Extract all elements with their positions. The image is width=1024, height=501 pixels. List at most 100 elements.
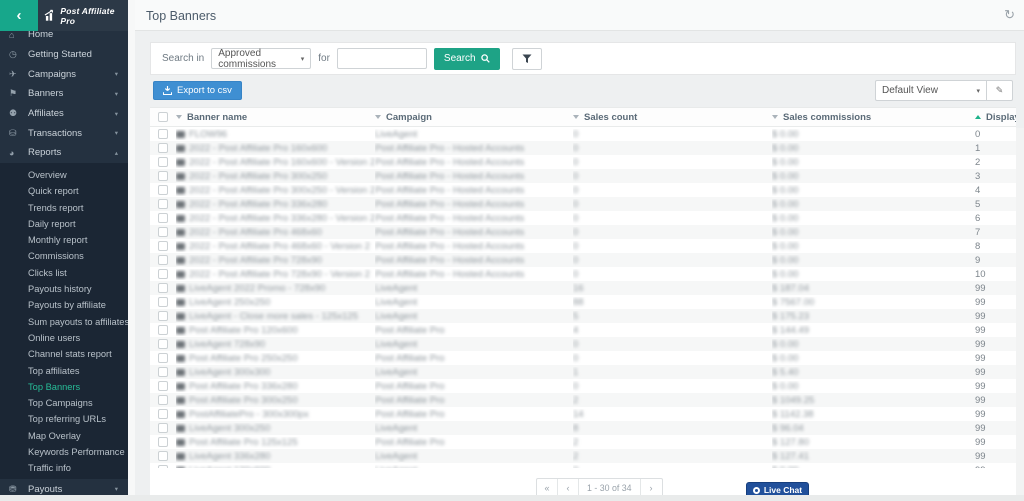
table-row[interactable]: 2022 - Post Affiliate Pro 160x600 - Vers… — [150, 155, 1016, 169]
table-row[interactable]: 2022 - Post Affiliate Pro 160x600Post Af… — [150, 141, 1016, 155]
sidebar-subitem-keywords-performance[interactable]: Keywords Performance — [0, 444, 128, 460]
row-checkbox[interactable] — [158, 171, 168, 181]
sidebar-subitem-top-campaigns[interactable]: Top Campaigns — [0, 395, 128, 411]
sidebar-subitem-clicks-list[interactable]: Clicks list — [0, 265, 128, 281]
pagination-prev-button[interactable]: ‹ — [558, 479, 579, 496]
sidebar-subitem-commissions[interactable]: Commissions — [0, 248, 128, 264]
row-checkbox[interactable] — [158, 297, 168, 307]
column-header-campaign[interactable]: Campaign — [375, 112, 573, 123]
sidebar-subitem-monthly-report[interactable]: Monthly report — [0, 232, 128, 248]
sidebar-subitem-map-overlay[interactable]: Map Overlay — [0, 428, 128, 444]
sidebar-subitem-payouts-history[interactable]: Payouts history — [0, 281, 128, 297]
row-checkbox[interactable] — [158, 423, 168, 433]
table-row[interactable]: 2022 - Post Affiliate Pro 300x250Post Af… — [150, 169, 1016, 183]
refresh-icon[interactable]: ↻ — [1004, 7, 1015, 23]
sidebar-item-banners[interactable]: ⚑Banners▾ — [0, 84, 128, 104]
sidebar-item-getting-started[interactable]: ◷Getting Started — [0, 45, 128, 65]
sidebar-subitem-overview[interactable]: Overview — [0, 167, 128, 183]
edit-view-button[interactable]: ✎ — [987, 80, 1013, 101]
filter-button[interactable] — [512, 48, 542, 70]
banner-name-text: Post Affiliate Pro 250x250 — [189, 353, 298, 364]
table-row[interactable]: LiveAgent 120x600LiveAgent0$ 0.0099 — [150, 463, 1016, 468]
search-scope-select[interactable]: Approved commissions ▾ — [211, 48, 311, 69]
table-row[interactable]: FLOW96LiveAgent0$ 0.000 — [150, 127, 1016, 141]
row-checkbox[interactable] — [158, 143, 168, 153]
table-row[interactable]: 2022 - Post Affiliate Pro 336x280Post Af… — [150, 197, 1016, 211]
row-checkbox[interactable] — [158, 367, 168, 377]
sidebar-subitem-top-referring-urls[interactable]: Top referring URLs — [0, 411, 128, 427]
sidebar-subitem-sum-payouts-to-affiliates[interactable]: Sum payouts to affiliates — [0, 313, 128, 329]
column-header-banner-name[interactable]: Banner name — [176, 112, 375, 123]
table-row[interactable]: 2022 - Post Affiliate Pro 728x90 - Versi… — [150, 267, 1016, 281]
display-order-text: 99 — [975, 395, 986, 406]
table-row[interactable]: PostAffiliatePro - 300x300pxPost Affilia… — [150, 407, 1016, 421]
row-checkbox[interactable] — [158, 381, 168, 391]
table-row[interactable]: Post Affiliate Pro 125x125Post Affiliate… — [150, 435, 1016, 449]
row-checkbox[interactable] — [158, 409, 168, 419]
row-checkbox[interactable] — [158, 465, 168, 468]
row-checkbox[interactable] — [158, 185, 168, 195]
table-row[interactable]: LiveAgent - Close more sales - 125x125Li… — [150, 309, 1016, 323]
table-row[interactable]: 2022 - Post Affiliate Pro 300x250 - Vers… — [150, 183, 1016, 197]
table-row[interactable]: Post Affiliate Pro 300x250Post Affiliate… — [150, 393, 1016, 407]
table-row[interactable]: LiveAgent 300x250LiveAgent8$ 96.0499 — [150, 421, 1016, 435]
table-row[interactable]: LiveAgent 250x250LiveAgent88$ 7567.0099 — [150, 295, 1016, 309]
horizontal-scrollbar[interactable] — [0, 495, 1024, 501]
sidebar-subitem-daily-report[interactable]: Daily report — [0, 216, 128, 232]
row-checkbox[interactable] — [158, 395, 168, 405]
table-row[interactable]: 2022 - Post Affiliate Pro 728x90Post Aff… — [150, 253, 1016, 267]
sidebar-subitem-online-users[interactable]: Online users — [0, 330, 128, 346]
search-input[interactable] — [337, 48, 427, 69]
table-row[interactable]: LiveAgent 336x280LiveAgent2$ 127.4199 — [150, 449, 1016, 463]
row-checkbox[interactable] — [158, 325, 168, 335]
row-checkbox[interactable] — [158, 339, 168, 349]
view-select[interactable]: Default View ▾ — [875, 80, 987, 101]
row-checkbox[interactable] — [158, 199, 168, 209]
row-checkbox[interactable] — [158, 241, 168, 251]
row-checkbox[interactable] — [158, 283, 168, 293]
sidebar-scrollbar[interactable] — [128, 0, 135, 501]
table-row[interactable]: 2022 - Post Affiliate Pro 468x60Post Aff… — [150, 225, 1016, 239]
row-checkbox[interactable] — [158, 227, 168, 237]
row-checkbox[interactable] — [158, 129, 168, 139]
row-checkbox[interactable] — [158, 353, 168, 363]
sidebar-subitem-payouts-by-affiliate[interactable]: Payouts by affiliate — [0, 297, 128, 313]
vertical-scrollbar[interactable] — [1016, 128, 1024, 495]
table-row[interactable]: 2022 - Post Affiliate Pro 336x280 - Vers… — [150, 211, 1016, 225]
search-button[interactable]: Search — [434, 48, 500, 70]
row-checkbox[interactable] — [158, 255, 168, 265]
pagination-first-button[interactable]: « — [537, 479, 558, 496]
export-csv-button[interactable]: Export to csv — [153, 81, 242, 100]
sidebar-collapse-button[interactable]: ‹ — [0, 0, 38, 31]
sidebar-subitem-quick-report[interactable]: Quick report — [0, 183, 128, 199]
row-checkbox[interactable] — [158, 451, 168, 461]
sidebar-item-transactions[interactable]: ⛁Transactions▾ — [0, 123, 128, 143]
table-row[interactable]: LiveAgent 2022 Promo - 728x90LiveAgent16… — [150, 281, 1016, 295]
sidebar-item-reports[interactable]: ◕Reports▴ — [0, 143, 128, 163]
sidebar-subitem-top-affiliates[interactable]: Top affiliates — [0, 362, 128, 378]
row-checkbox[interactable] — [158, 157, 168, 167]
row-checkbox[interactable] — [158, 269, 168, 279]
table-row[interactable]: Post Affiliate Pro 120x600Post Affiliate… — [150, 323, 1016, 337]
column-header-display-order[interactable]: Display order — [975, 112, 1016, 123]
column-header-sales-commissions[interactable]: Sales commissions — [772, 112, 975, 123]
row-checkbox[interactable] — [158, 437, 168, 447]
table-row[interactable]: LiveAgent 300x300LiveAgent1$ 5.4099 — [150, 365, 1016, 379]
sidebar-subitem-top-banners[interactable]: Top Banners — [0, 379, 128, 395]
row-checkbox[interactable] — [158, 213, 168, 223]
row-checkbox[interactable] — [158, 311, 168, 321]
table-row[interactable]: Post Affiliate Pro 250x250Post Affiliate… — [150, 351, 1016, 365]
sidebar-item-campaigns[interactable]: ✈Campaigns▾ — [0, 64, 128, 84]
sidebar-item-affiliates[interactable]: ⚉Affiliates▾ — [0, 104, 128, 124]
sidebar-subitem-traffic-info[interactable]: Traffic info — [0, 460, 128, 476]
table-row[interactable]: Post Affiliate Pro 336x280Post Affiliate… — [150, 379, 1016, 393]
sidebar-subitem-channel-stats-report[interactable]: Channel stats report — [0, 346, 128, 362]
table-row[interactable]: LiveAgent 728x90LiveAgent0$ 0.0099 — [150, 337, 1016, 351]
table-row[interactable]: 2022 - Post Affiliate Pro 468x60 - Versi… — [150, 239, 1016, 253]
sidebar-subitem-trends-report[interactable]: Trends report — [0, 199, 128, 215]
pagination-next-button[interactable]: › — [641, 479, 662, 496]
column-header-sales-count[interactable]: Sales count — [573, 112, 772, 123]
sales-count-text: 14 — [573, 409, 584, 420]
select-all-checkbox[interactable] — [158, 112, 168, 122]
sales-count-cell: 0 — [573, 185, 772, 196]
